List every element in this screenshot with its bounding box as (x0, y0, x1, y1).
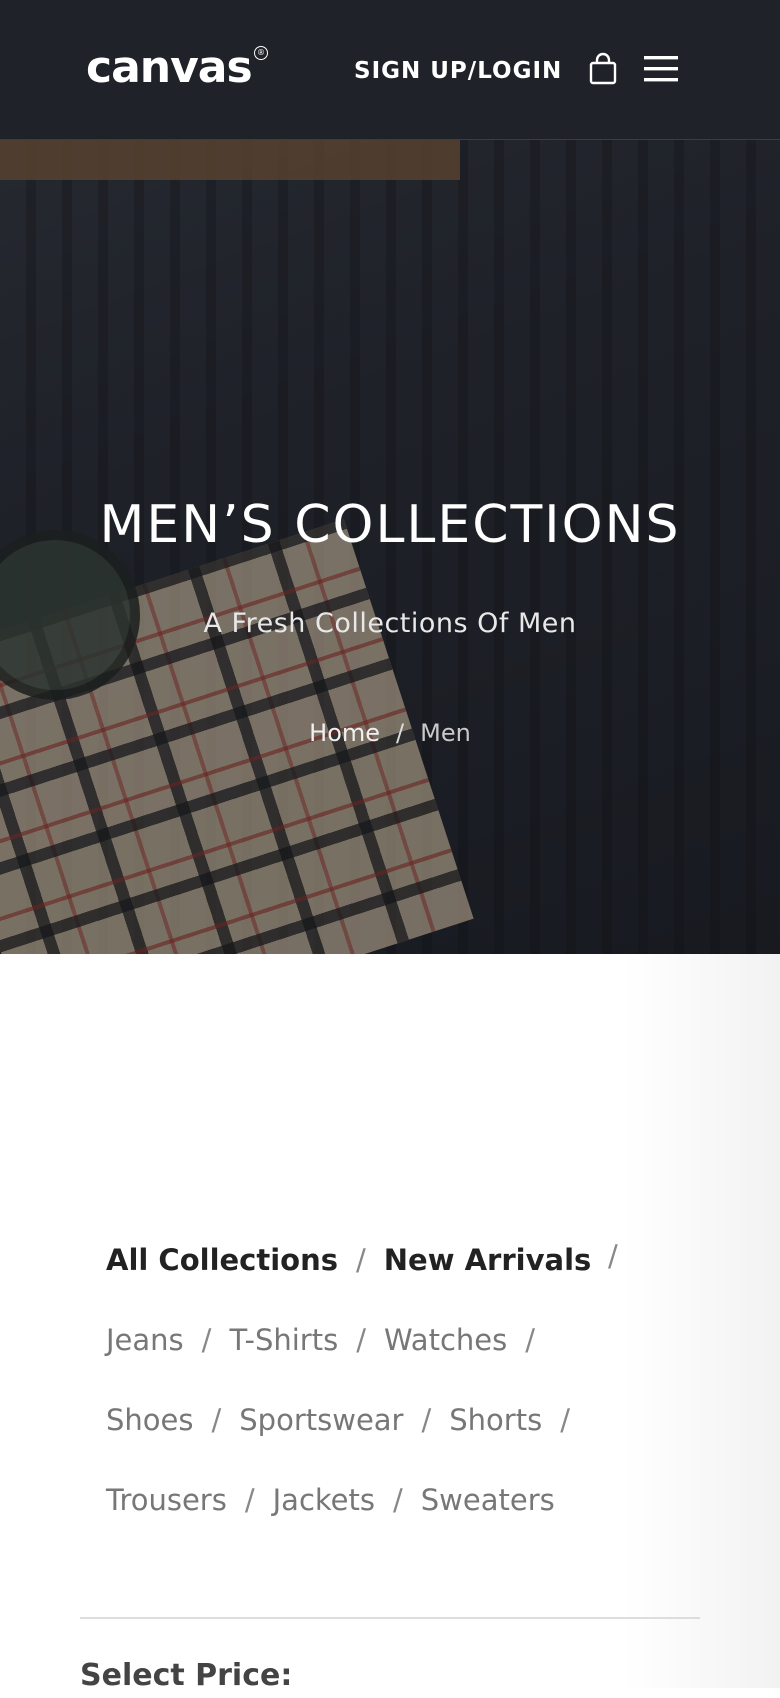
collection-separator: / (560, 1403, 570, 1437)
breadcrumb-current: Men (420, 719, 471, 747)
collections-row: Trousers / Jackets / Sweaters (106, 1480, 555, 1520)
site-header: canvas ® SIGN UP/LOGIN (0, 0, 780, 140)
collection-link-new-arrivals[interactable]: New Arrivals (384, 1243, 592, 1277)
signup-login-link[interactable]: SIGN UP/LOGIN (354, 56, 562, 86)
breadcrumb-home-link[interactable]: Home (309, 719, 380, 747)
collection-link-trousers[interactable]: Trousers (106, 1483, 227, 1517)
breadcrumb-separator: / (396, 719, 405, 747)
page-title: MEN’S COLLECTIONS (99, 495, 681, 555)
hamburger-menu-icon[interactable] (644, 54, 678, 84)
collections-row: All Collections / New Arrivals (106, 1240, 591, 1280)
collection-link-watches[interactable]: Watches (384, 1323, 507, 1357)
collection-link-shorts[interactable]: Shorts (449, 1403, 542, 1437)
collection-separator: / (356, 1323, 366, 1357)
page-subtitle: A Fresh Collections Of Men (203, 608, 577, 639)
registered-mark: ® (254, 46, 268, 60)
collection-separator: / (201, 1323, 212, 1357)
shopping-bag-icon[interactable] (588, 52, 618, 86)
collection-link-shoes[interactable]: Shoes (106, 1403, 193, 1437)
hero-background-wood (0, 140, 460, 180)
collection-separator: / (608, 1239, 618, 1273)
breadcrumb: Home / Men (0, 716, 780, 750)
collection-link-tshirts[interactable]: T-Shirts (229, 1323, 338, 1357)
collections-row: Shoes / Sportswear / Shorts / (106, 1400, 588, 1440)
collections-row: Jeans / T-Shirts / Watches / (106, 1320, 553, 1360)
collection-separator: / (525, 1323, 536, 1357)
collection-link-jeans[interactable]: Jeans (106, 1323, 184, 1357)
collection-separator: / (211, 1403, 222, 1437)
collection-link-jackets[interactable]: Jackets (273, 1483, 375, 1517)
collection-separator: / (421, 1403, 432, 1437)
collection-link-all[interactable]: All Collections (106, 1243, 338, 1277)
collection-separator: / (244, 1483, 255, 1517)
collection-link-sweaters[interactable]: Sweaters (421, 1483, 555, 1517)
section-divider (80, 1617, 700, 1619)
collection-link-sportswear[interactable]: Sportswear (239, 1403, 403, 1437)
price-filter-title: Select Price: (80, 1658, 293, 1693)
logo-text: canvas (86, 42, 253, 93)
collection-separator: / (356, 1243, 366, 1277)
collection-separator: / (392, 1483, 403, 1517)
logo[interactable]: canvas ® (86, 40, 268, 96)
